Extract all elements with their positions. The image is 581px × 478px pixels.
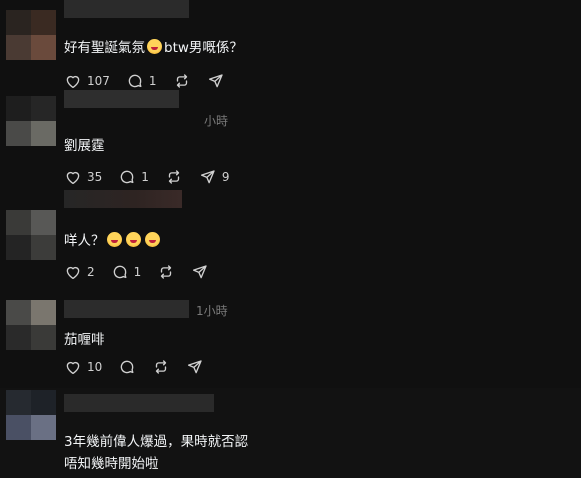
laughing-emoji-icon [125,232,141,247]
reply-count: 1 [141,170,149,184]
share-icon [200,170,215,184]
username-redacted[interactable] [64,190,182,208]
avatar[interactable] [6,300,56,350]
share-button[interactable]: 9 [199,168,230,186]
like-count: 10 [87,360,103,374]
reply-count: 1 [133,265,142,279]
timestamp: 小時 [204,114,229,128]
comment-text: 好有聖誕氣氛 btw男嘅係？ [64,39,243,56]
reply-icon [121,170,134,184]
repost-icon [156,360,167,374]
comment-item: 3年幾前偉人爆過，果時就否認 唔知幾時開始啦 [0,388,581,478]
username-redacted[interactable] [64,300,189,318]
reply-button[interactable] [118,358,136,376]
comment-item: 小時 劉展霆 35 1 9 [0,88,581,188]
reply-count: 1 [148,74,157,88]
comment-item: 好有聖誕氣氛 btw男嘅係？ 107 1 [0,0,581,96]
username-redacted[interactable] [64,0,189,18]
share-button[interactable] [191,263,209,281]
share-icon [193,265,207,279]
avatar[interactable] [6,10,56,60]
like-button[interactable]: 10 [64,358,102,376]
share-icon [188,360,202,374]
avatar[interactable] [6,210,56,260]
repost-button[interactable] [165,168,183,186]
heart-icon [66,361,80,375]
like-button[interactable]: 35 [64,168,102,186]
avatar[interactable] [6,96,56,146]
share-button[interactable] [186,358,204,376]
comment-text-line: 3年幾前偉人爆過，果時就否認 [64,434,249,450]
repost-icon [168,170,180,184]
action-bar: 10 [64,356,220,378]
face-emoji-icon [147,39,162,54]
reply-icon [113,265,127,279]
repost-icon [161,265,172,279]
comment-text: 茄喱啡 [64,332,105,348]
laughing-emoji-icon [106,232,122,247]
timestamp: 1小時 [196,304,228,318]
like-button[interactable]: 2 [64,263,95,281]
reply-icon [121,360,134,374]
comment-text: 咩人？ [64,229,162,249]
reply-button[interactable]: 1 [111,263,142,281]
like-count: 107 [87,74,110,88]
like-count: 2 [87,265,95,279]
username-redacted[interactable] [64,90,179,108]
avatar[interactable] [6,390,56,440]
comment-item: 1小時 茄喱啡 10 [0,292,581,388]
share-count: 9 [221,170,230,184]
action-bar: 2 1 [64,261,225,283]
repost-button[interactable] [152,358,170,376]
laughing-emoji-icon [144,232,160,247]
like-count: 35 [87,170,103,184]
comment-text-line: 唔知幾時開始啦 [64,456,159,472]
comment-feed: 好有聖誕氣氛 btw男嘅係？ 107 1 小時 劉展霆 35 1 9 咩人？ 2… [0,0,581,478]
reply-button[interactable]: 1 [118,168,149,186]
heart-icon [66,266,80,280]
heart-icon [66,171,80,185]
comment-item: 咩人？ 2 1 [0,190,581,290]
repost-button[interactable] [157,263,175,281]
action-bar: 35 1 9 [64,166,246,188]
comment-text: 劉展霆 [64,138,105,154]
username-redacted[interactable] [64,394,214,412]
